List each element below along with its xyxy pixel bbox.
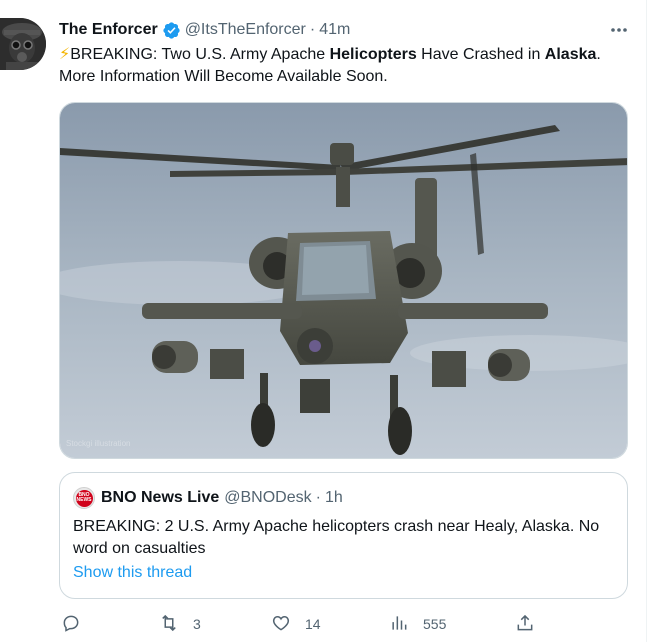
bno-logo-line2: NEWS xyxy=(76,497,92,503)
tweet[interactable]: The Enforcer @ItsTheEnforcer · 41m ⚡BREA… xyxy=(0,0,647,642)
retweet-button[interactable]: 3 xyxy=(159,612,201,636)
views-icon xyxy=(389,613,409,636)
like-button[interactable]: 14 xyxy=(271,612,321,636)
share-button[interactable] xyxy=(515,612,535,636)
tweet-text-bold: Helicopters xyxy=(329,46,417,63)
quoted-avatar: BNO NEWS xyxy=(73,487,95,509)
views-count: 555 xyxy=(423,616,447,632)
quoted-timestamp: 1h xyxy=(324,489,343,506)
tweet-text-part: Have Crashed in xyxy=(416,46,545,63)
reply-button[interactable] xyxy=(61,612,95,636)
separator-dot: · xyxy=(315,489,321,506)
tweet-header: The Enforcer @ItsTheEnforcer · 41m xyxy=(59,19,350,41)
tweet-text-bold: Alaska xyxy=(544,46,597,63)
handle[interactable]: @ItsTheEnforcer xyxy=(185,21,306,39)
tweet-text-part: BREAKING: Two U.S. Army Apache xyxy=(70,46,330,63)
quoted-handle: @BNODesk xyxy=(224,489,312,506)
quoted-tweet-header: BNO NEWS BNO News Live @BNODesk · 1h xyxy=(73,487,343,509)
quoted-display-name: BNO News Live xyxy=(101,489,220,506)
avatar[interactable] xyxy=(0,18,46,70)
action-bar: 3 14 555 xyxy=(59,612,539,636)
reply-icon xyxy=(61,613,81,636)
bno-logo: BNO NEWS xyxy=(75,489,93,507)
lightning-bolt-emoji: ⚡ xyxy=(59,46,71,63)
tweet-media-image[interactable]: Stockgi illustration xyxy=(59,102,628,459)
show-thread-link[interactable]: Show this thread xyxy=(73,564,192,582)
tweet-text: ⚡BREAKING: Two U.S. Army Apache Helicopt… xyxy=(59,44,619,88)
quoted-tweet-text: BREAKING: 2 U.S. Army Apache helicopters… xyxy=(73,518,600,557)
like-count: 14 xyxy=(305,616,321,632)
quoted-tweet[interactable]: BNO NEWS BNO News Live @BNODesk · 1h BRE… xyxy=(59,472,628,599)
timestamp[interactable]: 41m xyxy=(319,21,350,39)
verified-badge-icon[interactable] xyxy=(162,21,181,40)
display-name[interactable]: The Enforcer xyxy=(59,21,158,39)
retweet-icon xyxy=(159,613,179,636)
views-button[interactable]: 555 xyxy=(389,612,446,636)
like-icon xyxy=(271,613,291,636)
retweet-count: 3 xyxy=(193,616,201,632)
separator-dot: · xyxy=(309,21,316,38)
image-watermark: Stockgi illustration xyxy=(66,439,131,448)
share-icon xyxy=(515,613,535,636)
more-icon[interactable] xyxy=(608,20,630,40)
